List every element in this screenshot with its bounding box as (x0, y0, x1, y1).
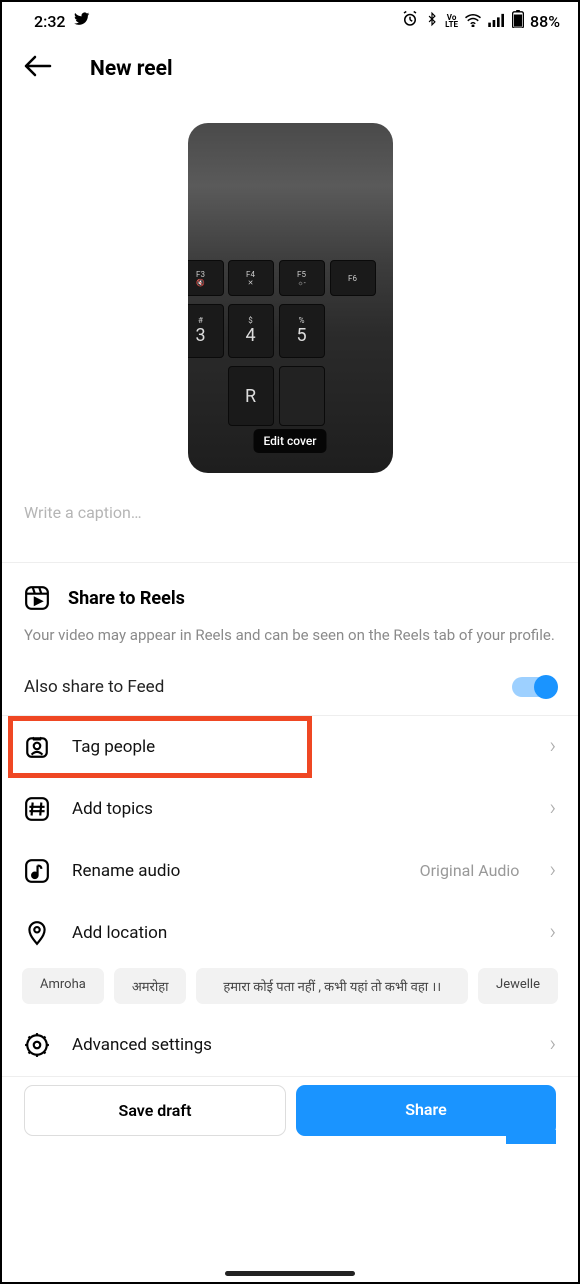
edit-cover-button[interactable]: Edit cover (254, 429, 327, 453)
save-draft-button[interactable]: Save draft (24, 1085, 286, 1136)
location-suggestions: Amroha अमरोहा हमारा कोई पता नहीं , कभी य… (2, 964, 578, 1014)
gear-icon (24, 1032, 50, 1058)
add-topics-row[interactable]: Add topics › (2, 778, 578, 840)
bluetooth-icon (425, 10, 439, 32)
add-topics-label: Add topics (72, 799, 527, 819)
location-icon (24, 920, 50, 946)
chevron-right-icon: › (549, 1032, 556, 1057)
rename-audio-row[interactable]: Rename audio Original Audio › (2, 840, 578, 902)
signal-icon (488, 12, 506, 31)
page-title: New reel (90, 57, 173, 81)
share-to-feed-toggle[interactable] (512, 677, 556, 697)
location-chip[interactable]: हमारा कोई पता नहीं , कभी यहां तो कभी वहा… (196, 968, 468, 1004)
home-indicator[interactable] (225, 1271, 355, 1276)
alarm-icon (401, 10, 419, 32)
volte-icon: VoLTE (445, 14, 458, 28)
location-chip[interactable]: Jewelle (478, 968, 558, 1004)
chevron-right-icon: › (549, 920, 556, 945)
add-location-row[interactable]: Add location › (2, 902, 578, 964)
tag-people-label: Tag people (72, 737, 527, 757)
location-chip[interactable]: अमरोहा (114, 968, 187, 1004)
chevron-right-icon: › (549, 796, 556, 821)
share-to-feed-row: Also share to Feed (2, 659, 578, 715)
hashtag-icon (24, 796, 50, 822)
chevron-right-icon: › (549, 858, 556, 883)
status-bar: 2:32 VoLTE 88% (2, 2, 578, 36)
reels-icon (24, 585, 50, 611)
advanced-settings-row[interactable]: Advanced settings › (2, 1014, 578, 1076)
share-reels-section: Share to Reels Your video may appear in … (2, 563, 578, 659)
battery-icon (512, 10, 524, 32)
twitter-icon (74, 12, 90, 30)
wifi-icon (464, 12, 482, 31)
tag-people-row[interactable]: Tag people › (2, 716, 578, 778)
location-chip[interactable]: Amroha (22, 968, 104, 1004)
caption-placeholder: Write a caption… (24, 503, 142, 522)
share-reels-title: Share to Reels (68, 588, 185, 609)
tag-people-icon (24, 734, 50, 760)
share-button[interactable]: Share (296, 1085, 556, 1136)
share-to-feed-label: Also share to Feed (24, 677, 164, 697)
rename-audio-label: Rename audio (72, 861, 398, 881)
chevron-right-icon: › (549, 734, 556, 759)
bottom-button-bar: Save draft Share (2, 1076, 578, 1146)
rename-audio-meta: Original Audio (420, 861, 520, 880)
advanced-settings-label: Advanced settings (72, 1035, 527, 1055)
share-reels-desc: Your video may appear in Reels and can b… (24, 625, 556, 647)
status-time: 2:32 (34, 12, 66, 31)
audio-icon (24, 858, 50, 884)
back-icon[interactable] (22, 52, 52, 85)
caption-input[interactable]: Write a caption… (2, 489, 578, 562)
add-location-label: Add location (72, 923, 527, 943)
header: New reel (2, 36, 578, 99)
reel-cover-preview[interactable]: F3🔇 F4✕ F5☼- F6 #3 $4 %5 R Edit cover (188, 123, 393, 473)
battery-percent: 88% (530, 12, 560, 31)
